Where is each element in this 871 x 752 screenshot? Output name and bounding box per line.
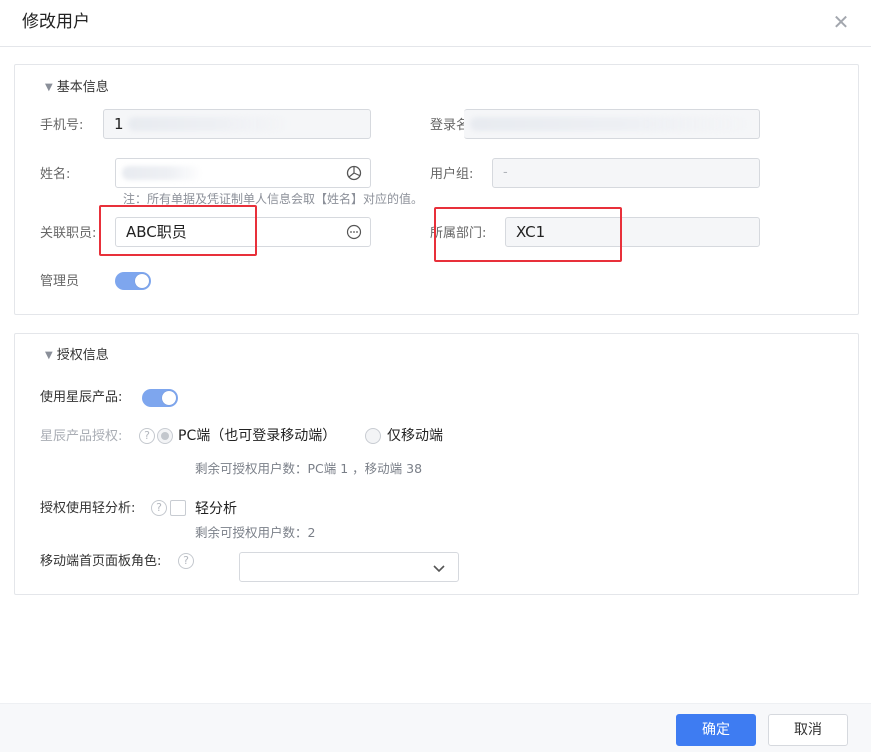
light-analysis-checkbox-label[interactable]: 轻分析 xyxy=(195,500,237,518)
close-icon[interactable]: ✕ xyxy=(830,11,852,33)
mobile-role-select[interactable] xyxy=(239,552,459,582)
linked-staff-label: 关联职员: xyxy=(40,226,97,241)
user-group-label: 用户组: xyxy=(430,167,474,182)
caret-down-icon: ▼ xyxy=(45,350,53,361)
radio-mobile-only-label[interactable]: 仅移动端 xyxy=(387,427,443,445)
product-remaining: 剩余可授权用户数：PC端 1 ，移动端 38 xyxy=(195,461,423,476)
user-group-value: - xyxy=(503,165,508,180)
user-group-input[interactable]: - xyxy=(492,158,760,188)
radio-mobile-only[interactable] xyxy=(365,428,381,444)
help-icon[interactable]: ? xyxy=(151,500,167,516)
phone-redacted xyxy=(128,117,288,131)
highlight-box-staff xyxy=(99,205,257,256)
light-analysis-checkbox[interactable] xyxy=(170,500,186,516)
highlight-box-department xyxy=(434,207,622,262)
help-icon[interactable]: ? xyxy=(178,553,194,569)
confirm-button[interactable]: 确定 xyxy=(676,714,756,746)
phone-label: 手机号: xyxy=(40,118,84,133)
auth-info-title[interactable]: ▼ 授权信息 xyxy=(45,347,109,365)
use-product-label: 使用星辰产品: xyxy=(40,390,123,405)
caret-down-icon: ▼ xyxy=(45,82,53,93)
toggle-knob xyxy=(135,274,149,288)
mobile-role-label: 移动端首页面板角色: xyxy=(40,554,162,569)
more-icon[interactable] xyxy=(346,224,362,240)
chevron-down-icon xyxy=(433,565,445,573)
admin-label: 管理员 xyxy=(40,274,80,289)
dialog-header: 修改用户 ✕ xyxy=(0,0,871,47)
light-analysis-label: 授权使用轻分析: xyxy=(40,501,136,516)
name-redacted xyxy=(122,166,202,180)
light-analysis-remaining: 剩余可授权用户数：2 xyxy=(195,525,316,540)
cancel-button[interactable]: 取消 xyxy=(768,714,848,746)
login-name-redacted xyxy=(470,117,750,131)
help-icon[interactable]: ? xyxy=(139,428,155,444)
basic-info-title[interactable]: ▼ 基本信息 xyxy=(45,79,109,97)
use-product-toggle[interactable] xyxy=(142,389,178,407)
product-auth-label: 星辰产品授权: xyxy=(40,429,123,444)
phone-value: 1 xyxy=(114,115,124,133)
dialog-title: 修改用户 xyxy=(22,12,90,32)
radio-pc-label[interactable]: PC端（也可登录移动端） xyxy=(178,427,336,445)
phone-input[interactable]: 1 xyxy=(103,109,371,139)
name-input[interactable] xyxy=(115,158,371,188)
admin-toggle[interactable] xyxy=(115,272,151,290)
login-name-input[interactable] xyxy=(464,109,760,139)
name-label: 姓名: xyxy=(40,167,71,182)
toggle-knob xyxy=(162,391,176,405)
pie-chart-icon[interactable] xyxy=(346,165,362,181)
radio-pc[interactable] xyxy=(157,428,173,444)
